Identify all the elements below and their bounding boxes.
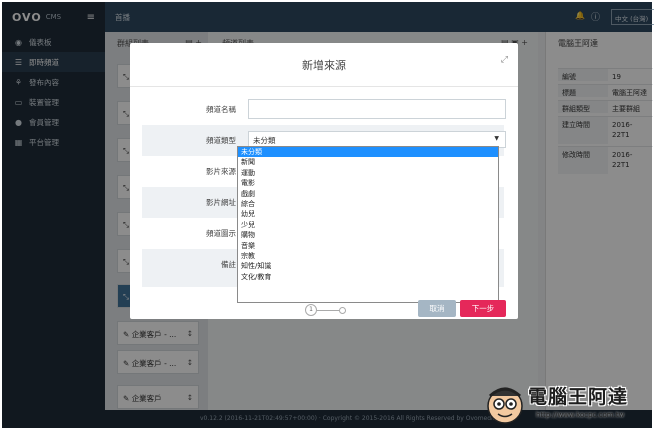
- option-movies[interactable]: 電影: [238, 178, 498, 188]
- next-button[interactable]: 下一步: [460, 300, 506, 317]
- step-1: 1: [305, 304, 317, 316]
- channel-type-value: 未分類: [253, 136, 276, 145]
- option-sports[interactable]: 運動: [238, 168, 498, 178]
- cancel-button[interactable]: 取消: [418, 300, 456, 317]
- step-connector: [317, 309, 339, 311]
- option-news[interactable]: 新聞: [238, 157, 498, 167]
- option-knowledge[interactable]: 知性/知識: [238, 261, 498, 271]
- option-uncategorized[interactable]: 未分類: [238, 147, 498, 158]
- option-drama[interactable]: 戲劇: [238, 189, 498, 199]
- form-row-channel-name: 頻道名稱: [142, 94, 506, 125]
- caret-down-icon: ▼: [494, 135, 499, 142]
- step-indicator: 1: [305, 303, 346, 317]
- channel-name-input[interactable]: [248, 99, 506, 119]
- watermark-mascot-icon: [487, 387, 523, 424]
- step-2: [339, 306, 346, 314]
- option-toddler[interactable]: 幼兒: [238, 209, 498, 219]
- channel-type-dropdown: 未分類 新聞 運動 電影 戲劇 綜合 幼兒 少兒 購物 音樂 宗教 知性/知識 …: [237, 146, 499, 303]
- option-variety[interactable]: 綜合: [238, 199, 498, 209]
- watermark-url: http://www.kocpc.com.tw: [536, 411, 625, 419]
- watermark-title: 電腦王阿達: [528, 386, 629, 408]
- channel-type-label: 頻道類型: [206, 136, 236, 145]
- option-religion[interactable]: 宗教: [238, 251, 498, 261]
- expand-icon[interactable]: ⤢: [501, 55, 508, 65]
- watermark: 電腦王阿達 http://www.kocpc.com.tw: [480, 380, 652, 428]
- channel-icon-label: 頻道圖示: [206, 229, 236, 238]
- modal-divider: [130, 86, 518, 87]
- notes-label: 備註: [221, 260, 236, 269]
- option-shopping[interactable]: 購物: [238, 230, 498, 240]
- modal-title: 新增來源: [302, 59, 346, 72]
- option-kids[interactable]: 少兒: [238, 220, 498, 230]
- option-culture-education[interactable]: 文化/教育: [238, 272, 498, 282]
- video-url-label: 影片網址: [206, 198, 236, 207]
- option-music[interactable]: 音樂: [238, 241, 498, 251]
- channel-name-label: 頻道名稱: [206, 105, 236, 114]
- video-source-label: 影片來源: [206, 167, 236, 176]
